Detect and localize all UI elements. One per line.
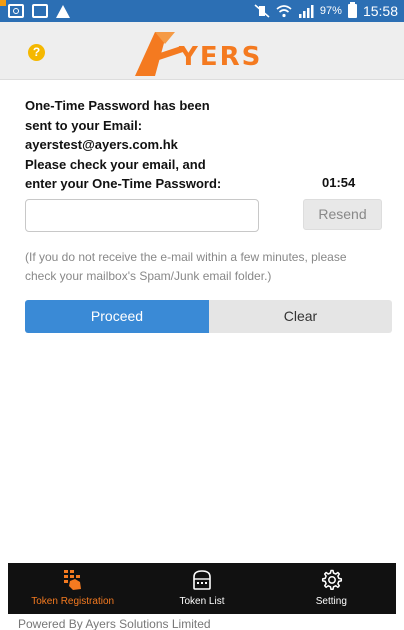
- signal-icon: [298, 5, 314, 18]
- nav-token-list[interactable]: Token List: [137, 563, 266, 614]
- keypad-hand-icon: [63, 570, 81, 590]
- nav-token-registration[interactable]: Token Registration: [8, 563, 137, 614]
- message-line: One-Time Password has been: [25, 98, 210, 113]
- status-right: 97% 15:58: [254, 2, 398, 19]
- warning-icon: [56, 4, 70, 18]
- app-header: ? YERS: [0, 22, 404, 80]
- note-line: check your mailbox's Spam/Junk email fol…: [25, 269, 272, 283]
- note-line: (If you do not receive the e-mail within…: [25, 250, 347, 264]
- logo-a-icon: [135, 32, 183, 76]
- status-left: [8, 4, 70, 18]
- ayers-logo: YERS: [135, 28, 262, 76]
- app-screen: 97% 15:58 ? YERS One-Time Password has b…: [0, 0, 404, 630]
- message-line: Please check your email, and: [25, 156, 206, 172]
- image-notification-icon: [32, 4, 48, 18]
- otp-countdown-timer: 01:54: [322, 175, 356, 190]
- token-device-icon: [193, 570, 211, 590]
- nav-label: Token List: [179, 596, 225, 607]
- resend-button[interactable]: Resend: [303, 199, 382, 230]
- gear-icon: [322, 569, 343, 591]
- status-bar: 97% 15:58: [0, 0, 404, 22]
- otp-message: One-Time Password has been sent to your …: [25, 96, 265, 194]
- question-mark-icon[interactable]: ?: [28, 44, 45, 61]
- mute-vibrate-icon: [254, 4, 270, 18]
- proceed-button[interactable]: Proceed: [25, 300, 209, 333]
- bottom-navigation: Token Registration Token List Setting: [8, 563, 396, 614]
- wifi-icon: [276, 5, 292, 18]
- message-line: sent to your Email:: [25, 117, 143, 133]
- nav-label: Setting: [315, 596, 347, 607]
- battery-percent: 97%: [319, 5, 342, 17]
- nav-setting[interactable]: Setting: [267, 563, 396, 614]
- nav-label: Token Registration: [31, 596, 115, 607]
- message-line: enter your One-Time Password:: [25, 176, 222, 191]
- spam-folder-note: (If you do not receive the e-mail within…: [25, 248, 387, 286]
- powered-by-footer: Powered By Ayers Solutions Limited: [18, 617, 211, 630]
- battery-icon: [347, 2, 357, 18]
- email-address: ayerstest@ayers.com.hk: [25, 137, 178, 152]
- notification-corner: [0, 0, 6, 6]
- clock: 15:58: [362, 3, 398, 19]
- logo-text: YERS: [179, 42, 263, 72]
- screenshot-notification-icon: [8, 4, 24, 18]
- action-buttons: Proceed Clear: [25, 300, 392, 333]
- otp-input[interactable]: [25, 199, 259, 232]
- clear-button[interactable]: Clear: [209, 300, 392, 333]
